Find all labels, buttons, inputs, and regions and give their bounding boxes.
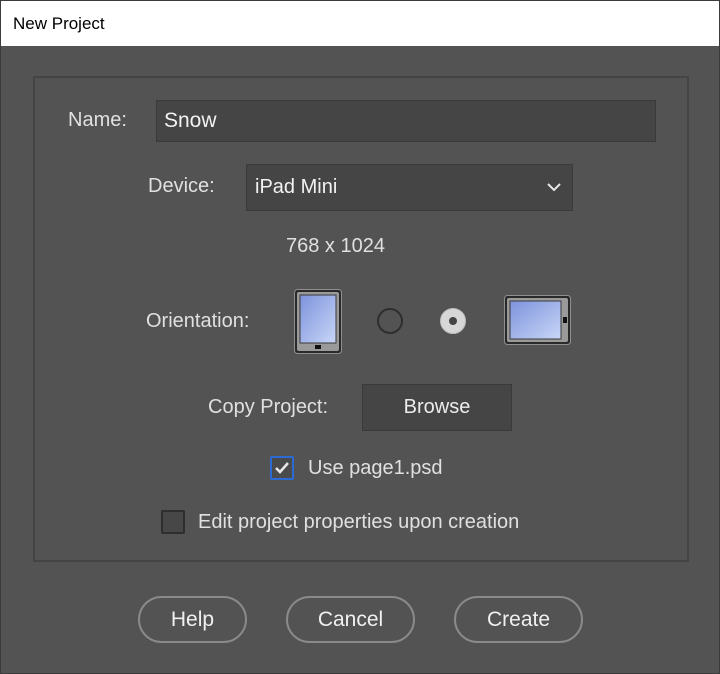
radio-selected-dot bbox=[449, 317, 457, 325]
device-select-value: iPad Mini bbox=[255, 176, 338, 198]
help-button[interactable]: Help bbox=[138, 596, 247, 643]
name-label: Name: bbox=[68, 109, 127, 131]
name-input[interactable] bbox=[156, 100, 656, 142]
orientation-landscape-radio[interactable] bbox=[440, 308, 466, 334]
edit-properties-label: Edit project properties upon creation bbox=[198, 511, 520, 533]
use-page-checkbox[interactable] bbox=[270, 456, 294, 480]
chevron-down-icon bbox=[547, 183, 561, 192]
edit-properties-checkbox[interactable] bbox=[161, 510, 185, 534]
orientation-portrait-radio[interactable] bbox=[377, 308, 403, 334]
cancel-button[interactable]: Cancel bbox=[286, 596, 415, 643]
use-page-label: Use page1.psd bbox=[308, 457, 443, 479]
orientation-label: Orientation: bbox=[146, 310, 250, 332]
device-label: Device: bbox=[148, 175, 215, 197]
checkmark-icon bbox=[275, 462, 289, 474]
portrait-device-icon bbox=[294, 289, 342, 354]
copy-project-label: Copy Project: bbox=[208, 396, 329, 418]
browse-button[interactable]: Browse bbox=[362, 384, 512, 431]
device-select[interactable]: iPad Mini bbox=[246, 164, 573, 211]
new-project-dialog: New Project Name: Device: iPad Mini 768 … bbox=[0, 0, 720, 674]
device-resolution: 768 x 1024 bbox=[286, 235, 385, 257]
landscape-device-icon bbox=[504, 295, 571, 345]
window-title: New Project bbox=[1, 1, 719, 46]
create-button[interactable]: Create bbox=[454, 596, 583, 643]
form-panel bbox=[33, 76, 689, 562]
